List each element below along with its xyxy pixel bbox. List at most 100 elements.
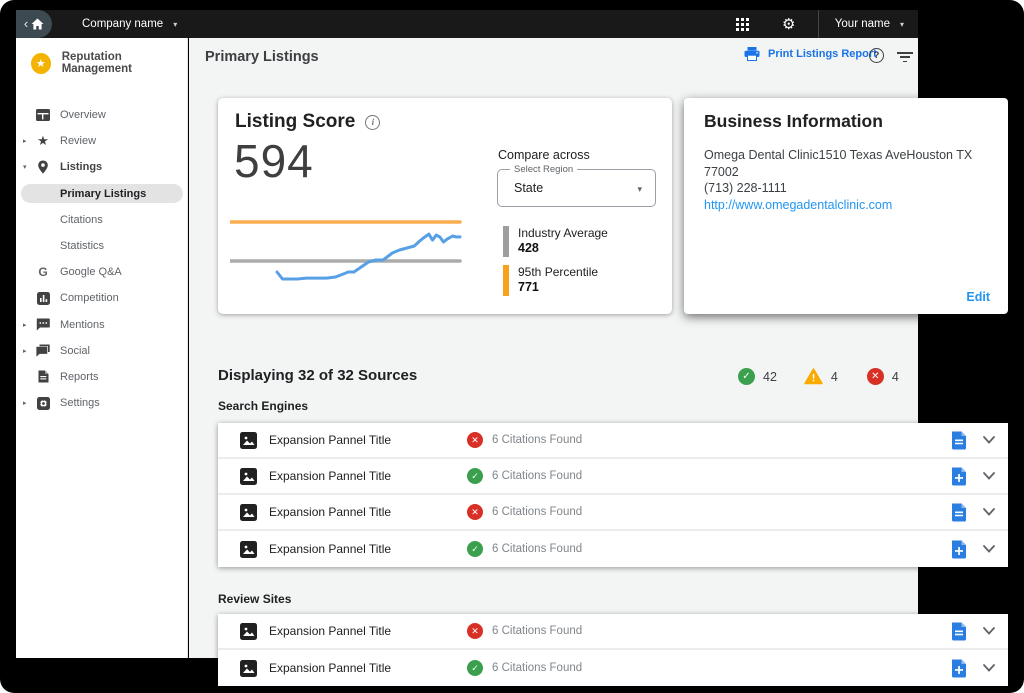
status-icon: ✕: [467, 623, 483, 639]
company-switcher[interactable]: Company name ▾: [82, 18, 177, 30]
document-action-icon[interactable]: [951, 467, 967, 486]
google-g-icon: G: [35, 265, 51, 279]
print-listings-report-button[interactable]: Print Listings Report: [744, 47, 877, 61]
home-icon: [31, 18, 44, 30]
expander-right-icon[interactable]: ▸: [23, 347, 27, 355]
sidebar-item-citations[interactable]: Citations: [16, 207, 187, 233]
expansion-panel-row[interactable]: Expansion Pannel Title ✓ 6 Citations Fou…: [218, 650, 1008, 686]
document-action-icon[interactable]: [951, 540, 967, 559]
section-title-review-sites: Review Sites: [218, 592, 291, 606]
compare-across-label: Compare across: [498, 148, 590, 162]
image-placeholder-icon: [240, 660, 257, 677]
expansion-panel-row[interactable]: Expansion Pannel Title ✕ 6 Citations Fou…: [218, 423, 1008, 459]
sidebar-item-review[interactable]: ▸ ★ Review: [16, 128, 187, 154]
sidebar: ★ Reputation Management Overview ▸ ★ Rev…: [16, 38, 188, 658]
score-trend-chart: [230, 210, 480, 310]
sidebar-item-listings[interactable]: ▾ Listings: [16, 154, 187, 180]
sidebar-item-primary-listings[interactable]: Primary Listings: [16, 181, 187, 207]
error-circle-icon: ✕: [867, 368, 884, 385]
region-select[interactable]: Select Region State ▾: [497, 169, 656, 207]
section-title-search-engines: Search Engines: [218, 399, 308, 413]
speech-bubble-icon: [35, 318, 51, 331]
star-logo-icon: ★: [31, 53, 51, 74]
sidebar-item-mentions[interactable]: ▸ Mentions: [16, 312, 187, 338]
region-selected-value: State: [514, 181, 543, 195]
legend-industry-average: Industry Average 428: [503, 226, 608, 257]
check-circle-icon: ✓: [738, 368, 755, 385]
sidebar-item-google-qa[interactable]: G Google Q&A: [16, 259, 187, 285]
legend-bar-orange: [503, 265, 509, 296]
chevron-down-icon: ▾: [637, 184, 642, 195]
user-name-label: Your name: [835, 18, 890, 30]
sidebar-item-statistics[interactable]: Statistics: [16, 233, 187, 259]
chevron-down-icon[interactable]: [983, 436, 995, 444]
sidebar-item-social[interactable]: ▸ Social: [16, 338, 187, 364]
star-icon: ★: [35, 133, 51, 149]
expander-down-icon[interactable]: ▾: [23, 163, 27, 171]
sources-heading: Displaying 32 of 32 Sources: [218, 367, 417, 384]
legend-95th-percentile: 95th Percentile 771: [503, 265, 598, 296]
listing-score-title-row: Listing Score i: [235, 111, 380, 133]
listing-score-card: Listing Score i 594 Compare across Selec…: [218, 98, 672, 314]
app-canvas: ‹ Company name ▾ ⚙ Your: [0, 0, 1024, 693]
business-website-link[interactable]: http://www.omegadentalclinic.com: [704, 198, 892, 212]
document-action-icon[interactable]: [951, 431, 967, 450]
business-address: Omega Dental Clinic1510 Texas AveHouston…: [704, 147, 982, 164]
warning-count: 4: [831, 370, 838, 384]
business-zip: 77002: [704, 164, 982, 181]
user-menu[interactable]: Your name ▾: [819, 18, 918, 30]
status-icon: ✕: [467, 432, 483, 448]
sidebar-item-reports[interactable]: Reports: [16, 364, 187, 390]
question-icon: ?: [874, 50, 880, 61]
search-engines-panel-list: Expansion Pannel Title ✕ 6 Citations Fou…: [218, 423, 1008, 567]
filter-button[interactable]: [897, 52, 913, 62]
chevron-down-icon: ▾: [900, 20, 904, 29]
image-placeholder-icon: [240, 432, 257, 449]
help-button[interactable]: ?: [869, 48, 884, 63]
chevron-down-icon[interactable]: [983, 472, 995, 480]
sidebar-nav: Overview ▸ ★ Review ▾ Listings Primary L…: [16, 102, 187, 416]
home-button[interactable]: ‹: [16, 10, 52, 38]
product-name: Reputation Management: [62, 51, 187, 75]
edit-button[interactable]: Edit: [966, 290, 990, 304]
chevron-down-icon[interactable]: [983, 664, 995, 672]
expander-right-icon[interactable]: ▸: [23, 137, 27, 145]
chevron-down-icon[interactable]: [983, 627, 995, 635]
sidebar-item-competition[interactable]: Competition: [16, 285, 187, 311]
business-info-title: Business Information: [704, 111, 883, 132]
chevron-down-icon[interactable]: [983, 545, 995, 553]
forum-chat-icon: [35, 344, 51, 357]
document-action-icon[interactable]: [951, 503, 967, 522]
expansion-panel-row[interactable]: Expansion Pannel Title ✕ 6 Citations Fou…: [218, 495, 1008, 531]
warning-triangle-icon: [804, 368, 823, 385]
expansion-panel-row[interactable]: Expansion Pannel Title ✕ 6 Citations Fou…: [218, 614, 1008, 650]
expander-right-icon[interactable]: ▸: [23, 399, 27, 407]
sidebar-item-settings[interactable]: ▸ Settings: [16, 390, 187, 416]
apps-grid-button[interactable]: [728, 18, 758, 31]
review-sites-panel-list: Expansion Pannel Title ✕ 6 Citations Fou…: [218, 614, 1008, 686]
expansion-panel-row[interactable]: Expansion Pannel Title ✓ 6 Citations Fou…: [218, 459, 1008, 495]
status-icon: ✕: [467, 504, 483, 520]
image-placeholder-icon: [240, 541, 257, 558]
chevron-down-icon[interactable]: [983, 508, 995, 516]
business-info-card: Business Information Omega Dental Clinic…: [684, 98, 1008, 314]
ok-count: 42: [763, 370, 777, 384]
settings-square-icon: [35, 397, 51, 410]
expansion-panel-row[interactable]: Expansion Pannel Title ✓ 6 Citations Fou…: [218, 531, 1008, 567]
info-icon[interactable]: i: [365, 115, 380, 130]
document-action-icon[interactable]: [951, 622, 967, 641]
status-icon: ✓: [467, 541, 483, 557]
business-phone: (713) 228-1111: [704, 180, 982, 197]
settings-gear-button[interactable]: ⚙: [774, 15, 804, 33]
score-chart-svg: [230, 210, 480, 305]
sidebar-item-overview[interactable]: Overview: [16, 102, 187, 128]
page-title: Primary Listings: [205, 49, 319, 65]
document-action-icon[interactable]: [951, 659, 967, 678]
back-chevron-icon[interactable]: ‹: [24, 17, 28, 30]
gear-icon: ⚙: [782, 15, 795, 33]
apps-grid-icon: [736, 18, 749, 31]
select-region-label: Select Region: [510, 164, 577, 175]
image-placeholder-icon: [240, 504, 257, 521]
expander-right-icon[interactable]: ▸: [23, 321, 27, 329]
status-icon: ✓: [467, 660, 483, 676]
